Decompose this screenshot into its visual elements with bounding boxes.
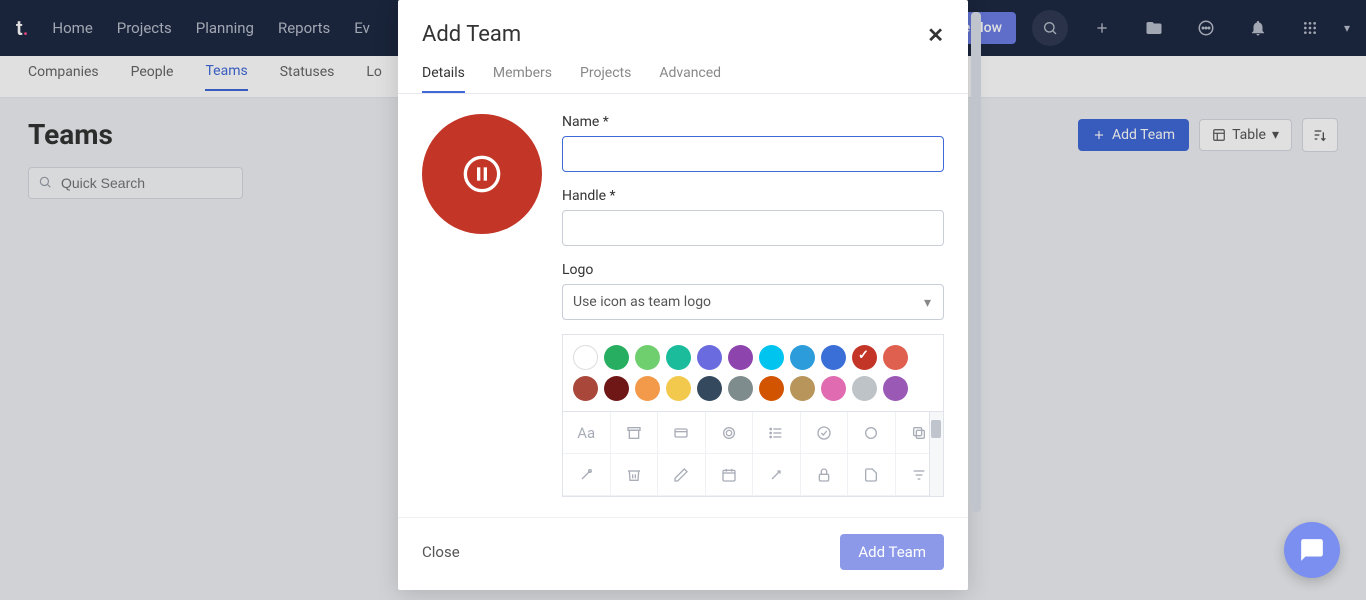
color-swatch[interactable] [852,376,877,401]
modal-scrollbar[interactable] [971,12,983,578]
color-swatch[interactable] [821,376,846,401]
color-swatch[interactable] [604,345,629,370]
modal-title: Add Team [422,22,521,47]
color-swatch[interactable] [852,345,877,370]
color-swatch[interactable] [759,376,784,401]
color-swatch[interactable] [573,376,598,401]
color-swatch[interactable] [666,376,691,401]
team-avatar-preview[interactable] [422,114,542,234]
handle-label: Handle * [562,188,944,204]
color-swatch[interactable] [790,345,815,370]
icon-check-circle[interactable] [801,412,849,454]
color-swatch[interactable] [635,376,660,401]
color-swatch[interactable] [883,345,908,370]
icon-expand[interactable] [753,454,801,496]
tab-members[interactable]: Members [493,65,552,93]
tab-projects[interactable]: Projects [580,65,631,93]
color-swatch[interactable] [604,376,629,401]
icon-card[interactable] [658,412,706,454]
color-picker [562,334,944,411]
icon-list[interactable] [753,412,801,454]
chat-bubble-icon [1299,537,1325,563]
icon-picker: Aa [562,411,944,497]
logo-select[interactable]: Use icon as team logo [562,284,944,320]
color-swatch[interactable] [635,345,660,370]
icon-circle[interactable] [848,412,896,454]
icon-grid-scrollbar[interactable] [929,412,943,496]
tab-advanced[interactable]: Advanced [659,65,721,93]
icon-calendar[interactable] [706,454,754,496]
color-swatch[interactable] [697,376,722,401]
add-team-modal: Add Team ✕ Details Members Projects Adva… [398,0,968,590]
name-label: Name * [562,114,944,130]
tab-details[interactable]: Details [422,65,465,93]
modal-tabs: Details Members Projects Advanced [398,65,968,94]
icon-pin[interactable] [563,454,611,496]
icon-text[interactable]: Aa [563,412,611,454]
icon-trash[interactable] [611,454,659,496]
color-swatch[interactable] [728,345,753,370]
icon-target[interactable] [706,412,754,454]
color-swatch[interactable] [697,345,722,370]
icon-pencil[interactable] [658,454,706,496]
submit-add-team-button[interactable]: Add Team [840,534,944,570]
close-button[interactable]: Close [422,543,460,561]
color-swatch[interactable] [759,345,784,370]
close-icon[interactable]: ✕ [927,23,944,47]
name-input[interactable] [562,136,944,172]
color-swatch[interactable] [883,376,908,401]
icon-archive[interactable] [611,412,659,454]
pause-icon [462,154,502,194]
color-swatch[interactable] [821,345,846,370]
logo-label: Logo [562,262,944,278]
icon-file[interactable] [848,454,896,496]
color-swatch[interactable] [573,345,598,370]
color-swatch[interactable] [666,345,691,370]
chat-fab[interactable] [1284,522,1340,578]
handle-input[interactable] [562,210,944,246]
color-swatch[interactable] [728,376,753,401]
icon-lock[interactable] [801,454,849,496]
color-swatch[interactable] [790,376,815,401]
